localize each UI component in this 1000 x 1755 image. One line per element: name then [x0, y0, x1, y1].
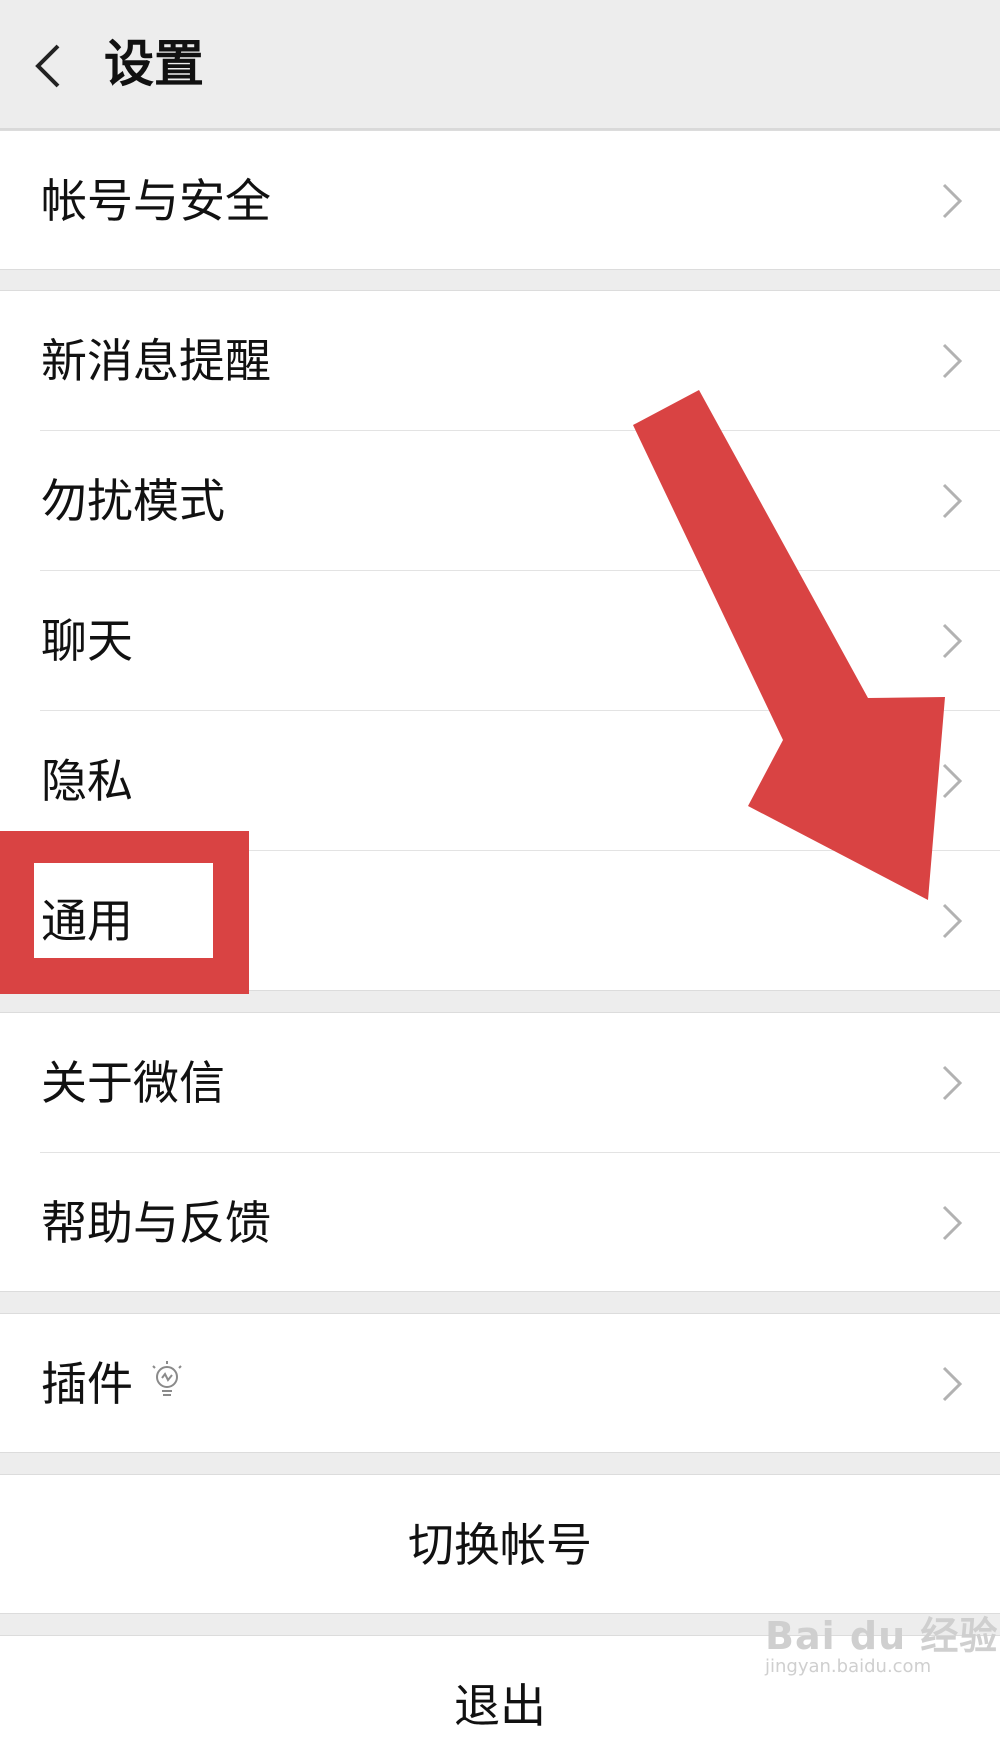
item-label: 插件 — [41, 1357, 133, 1411]
switch-account-section: 切换帐号 — [0, 1474, 1000, 1614]
settings-group-plugins: 插件 — [0, 1313, 1000, 1453]
chevron-right-icon — [942, 1366, 963, 1402]
top-bar: 设置 — [0, 0, 1000, 130]
chevron-right-icon — [942, 1205, 963, 1241]
chevron-right-icon — [942, 483, 963, 519]
item-label: 隐私 — [41, 754, 133, 808]
watermark-brand: Bai du 经验 — [765, 1614, 999, 1658]
chevron-right-icon — [942, 763, 963, 799]
item-label: 新消息提醒 — [41, 334, 271, 388]
settings-group-account: 帐号与安全 — [0, 130, 1000, 270]
item-label: 关于微信 — [41, 1056, 225, 1110]
switch-account-button[interactable]: 切换帐号 — [0, 1515, 1000, 1575]
settings-item-privacy[interactable]: 隐私 — [0, 711, 1000, 851]
page-title: 设置 — [104, 35, 204, 93]
settings-item-general[interactable]: 通用 — [0, 851, 1000, 991]
lightbulb-icon — [152, 1361, 182, 1396]
chevron-right-icon — [942, 623, 963, 659]
chevron-right-icon — [942, 903, 963, 939]
item-label: 聊天 — [41, 614, 133, 668]
settings-item-help-feedback[interactable]: 帮助与反馈 — [0, 1153, 1000, 1293]
settings-group-about: 关于微信 帮助与反馈 — [0, 1012, 1000, 1292]
item-label: 勿扰模式 — [41, 474, 225, 528]
chevron-right-icon — [942, 343, 963, 379]
chevron-right-icon — [942, 183, 963, 219]
item-label: 帐号与安全 — [41, 174, 271, 228]
item-label: 通用 — [41, 894, 133, 948]
back-arrow-icon[interactable] — [30, 40, 70, 92]
logout-button[interactable]: 退出 — [0, 1676, 1000, 1736]
settings-item-chat[interactable]: 聊天 — [0, 571, 1000, 711]
settings-item-about-wechat[interactable]: 关于微信 — [0, 1013, 1000, 1153]
settings-item-plugins[interactable]: 插件 — [0, 1314, 1000, 1454]
watermark: Bai du 经验 jingyan.baidu.com — [765, 1605, 998, 1677]
settings-group-main: 新消息提醒 勿扰模式 聊天 隐私 通用 — [0, 290, 1000, 991]
chevron-right-icon — [942, 1065, 963, 1101]
settings-item-do-not-disturb[interactable]: 勿扰模式 — [0, 431, 1000, 571]
settings-item-new-message-alerts[interactable]: 新消息提醒 — [0, 291, 1000, 431]
item-label: 帮助与反馈 — [41, 1196, 271, 1250]
settings-item-account-security[interactable]: 帐号与安全 — [0, 131, 1000, 271]
